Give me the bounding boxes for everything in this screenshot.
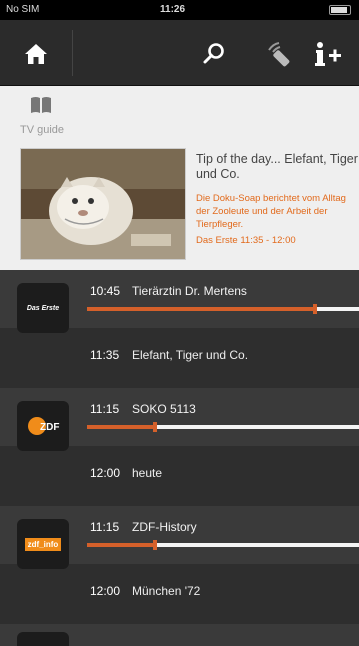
home-icon <box>25 44 47 64</box>
progress-fill <box>87 307 315 311</box>
tip-description-text: Die Doku-Soap berichtet vom Alltag der Z… <box>196 193 346 230</box>
next-time: 11:35 <box>90 348 120 362</box>
progress-marker <box>313 304 317 314</box>
clock-label: 11:26 <box>160 4 186 15</box>
next-title: München '72 <box>132 584 201 598</box>
progress-bar <box>87 540 359 550</box>
channel-logo-text: ZDF <box>40 422 59 433</box>
channel-logo: zdf_info <box>17 519 69 569</box>
channel-row-partial[interactable] <box>0 624 359 646</box>
channel-schedule-list: Das Erste 10:45 Tierärztin Dr. Mertens 1… <box>0 270 359 646</box>
channel-logo <box>17 632 69 646</box>
search-icon <box>203 43 224 64</box>
tip-airtime: Das Erste 11:35 - 12:00 <box>196 235 296 246</box>
now-time: 11:15 <box>90 520 120 534</box>
tiger-cub-image <box>21 149 185 259</box>
progress-marker <box>153 540 157 550</box>
now-time: 10:45 <box>90 284 121 298</box>
progress-fill <box>87 543 155 547</box>
next-time: 12:00 <box>90 584 121 598</box>
status-bar: No SIM 11:26 <box>0 0 359 20</box>
tip-of-the-day-panel[interactable]: TV guide Tip of the day... Elefant, Tige… <box>0 86 359 270</box>
home-button[interactable] <box>20 38 52 70</box>
now-title: Tierärztin Dr. Mertens <box>132 284 247 298</box>
tip-description: Die Doku-Soap berichtet vom Alltag der Z… <box>196 192 359 247</box>
next-time: 12:00 <box>90 466 121 480</box>
channel-logo: Das Erste <box>17 283 69 333</box>
channel-logo-text: Das Erste <box>26 304 60 312</box>
progress-fill <box>87 425 155 429</box>
next-title: heute <box>132 466 163 480</box>
tv-guide-label: TV guide <box>20 124 65 136</box>
channel-row[interactable]: zdf_info 11:15 ZDF-History 12:00 München… <box>0 506 359 624</box>
toolbar <box>0 20 359 86</box>
battery-icon <box>329 5 351 15</box>
channel-row[interactable]: Das Erste 10:45 Tierärztin Dr. Mertens 1… <box>0 270 359 388</box>
remote-button[interactable] <box>264 38 296 70</box>
info-add-button[interactable] <box>312 38 344 70</box>
book-icon <box>31 97 51 113</box>
search-button[interactable] <box>198 38 230 70</box>
info-plus-icon <box>315 42 341 66</box>
carrier-label: No SIM <box>6 4 40 15</box>
channel-logo: ZDF <box>17 401 69 451</box>
progress-bar <box>87 304 359 314</box>
tip-title: Tip of the day... Elefant, Tiger und Co. <box>196 152 358 181</box>
tip-thumbnail[interactable] <box>20 148 186 260</box>
progress-marker <box>153 422 157 432</box>
progress-bar <box>87 422 359 432</box>
next-title: Elefant, Tiger und Co. <box>132 348 249 362</box>
now-title: SOKO 5113 <box>132 402 196 416</box>
remote-control-icon <box>268 42 290 67</box>
now-title: ZDF-History <box>132 520 197 534</box>
toolbar-divider <box>72 30 73 76</box>
zdf-logo-icon: ZDF <box>28 417 59 435</box>
channel-logo-text: zdf_info <box>24 537 62 551</box>
next-program-row <box>0 446 359 506</box>
now-time: 11:15 <box>90 402 120 416</box>
channel-row[interactable]: ZDF 11:15 SOKO 5113 12:00 heute <box>0 388 359 506</box>
